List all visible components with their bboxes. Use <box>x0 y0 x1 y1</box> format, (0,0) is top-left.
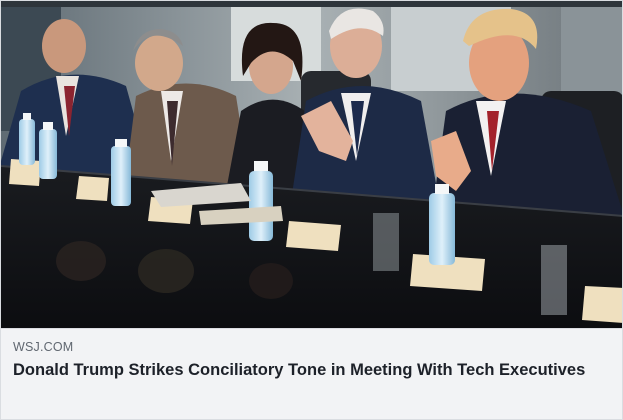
link-preview-caption[interactable]: WSJ.COM Donald Trump Strikes Conciliator… <box>1 328 622 419</box>
source-domain: WSJ.COM <box>13 340 74 354</box>
place-card-6 <box>582 286 622 323</box>
place-card-4 <box>286 221 341 251</box>
place-card-2 <box>76 176 109 201</box>
article-headline[interactable]: Donald Trump Strikes Conciliatory Tone i… <box>13 360 603 381</box>
link-preview-card[interactable]: WSJ.COM Donald Trump Strikes Conciliator… <box>0 0 623 420</box>
article-photo[interactable] <box>1 1 622 328</box>
meeting-photo-illustration <box>1 1 622 328</box>
